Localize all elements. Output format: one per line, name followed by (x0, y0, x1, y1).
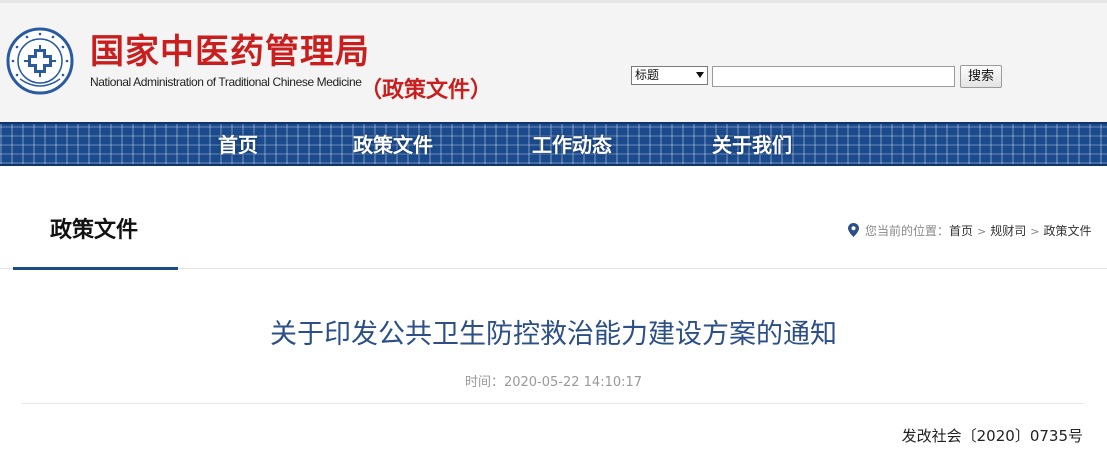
breadcrumb-item-department[interactable]: 规财司 (990, 224, 1026, 238)
article-publish-time: 2020-05-22 14:10:17 (503, 375, 643, 390)
nav-item-work-news[interactable]: 工作动态 (532, 132, 612, 158)
site-header: 国家中医药管理局 National Administration of Trad… (0, 0, 1107, 122)
nav-item-home[interactable]: 首页 (218, 132, 258, 158)
article-meta: 时间：2020-05-22 14:10:17 (0, 374, 1107, 392)
channel-title: 政策文件 (50, 218, 139, 243)
site-logo-seal[interactable] (6, 27, 74, 95)
location-pin-icon (848, 223, 859, 242)
nav-item-policy[interactable]: 政策文件 (353, 132, 433, 158)
chevron-down-icon (696, 72, 704, 78)
medical-cross-seal-icon (6, 27, 74, 95)
site-name-cn[interactable]: 国家中医药管理局 (90, 32, 370, 72)
breadcrumb-item-home[interactable]: 首页 (949, 224, 973, 238)
main-nav: 首页 政策文件 工作动态 关于我们 (0, 122, 1107, 166)
article-meta-label: 时间： (464, 375, 504, 390)
article-meta-divider (22, 403, 1084, 404)
document-number: 发改社会〔2020〕0735号 (901, 427, 1083, 445)
breadcrumb-separator: > (1030, 225, 1040, 238)
search-button[interactable]: 搜索 (960, 65, 1002, 88)
channel-active-underline (13, 267, 178, 270)
article-title: 关于印发公共卫生防控救治能力建设方案的通知 (270, 319, 837, 350)
search-field-select-value: 标题 (635, 68, 660, 82)
breadcrumb-prefix: 您当前的位置： (865, 224, 950, 238)
breadcrumb-item-policy[interactable]: 政策文件 (1043, 224, 1091, 238)
nav-item-about[interactable]: 关于我们 (712, 132, 792, 158)
search-field-select[interactable]: 标题 (631, 66, 708, 85)
search-input[interactable] (712, 66, 955, 87)
breadcrumb: 您当前的位置：首页 > 规财司 > 政策文件 (848, 222, 1092, 242)
site-name-en[interactable]: National Administration of Traditional C… (90, 75, 362, 89)
section-tag: （政策文件） (360, 78, 493, 103)
breadcrumb-separator: > (977, 225, 987, 238)
